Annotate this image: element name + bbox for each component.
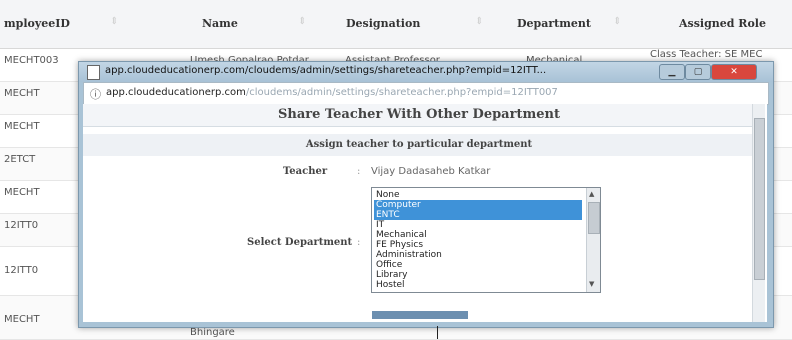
cell-id: 2ETCT: [4, 154, 36, 165]
department-option[interactable]: FE Physics: [374, 240, 582, 250]
url-path: /cloudems/admin/settings/shareteacher.ph…: [245, 87, 558, 98]
department-option[interactable]: ENTC: [374, 210, 582, 220]
url-host: app.cloudeducationerp.com: [106, 87, 246, 98]
department-option[interactable]: Library: [374, 270, 582, 280]
panel-title: Share Teacher With Other Department: [83, 104, 755, 127]
colon: :: [357, 237, 361, 248]
popup-content: Share Teacher With Other Department Assi…: [83, 104, 767, 322]
department-option[interactable]: Hostel: [374, 280, 582, 290]
window-titlebar[interactable]: app.cloudeducationerp.com/cloudems/admin…: [79, 62, 773, 82]
cell-role: Class Teacher: SE MEC: [650, 49, 763, 60]
department-option[interactable]: Office: [374, 260, 582, 270]
listbox-scrollbar[interactable]: ▲ ▼: [586, 188, 600, 292]
minimize-button[interactable]: ▁: [659, 64, 685, 80]
scroll-up-icon[interactable]: ▲: [589, 190, 594, 198]
col-name[interactable]: Name: [202, 17, 238, 30]
table-header: mployeeID ⇕ Name ⇕ Designation ⇕ Departm…: [0, 0, 792, 49]
popup-scroll-thumb[interactable]: [754, 118, 765, 280]
cell-id: MECHT: [4, 187, 40, 198]
col-designation[interactable]: Designation: [346, 17, 420, 30]
page-icon: [87, 65, 100, 80]
listbox-scroll-thumb[interactable]: [588, 202, 600, 234]
sort-icon[interactable]: ⇕: [613, 16, 621, 27]
submit-button[interactable]: [372, 311, 468, 319]
department-option[interactable]: Mechanical: [374, 230, 582, 240]
cell-id: MECHT: [4, 88, 40, 99]
cell-id: 12ITT0: [4, 220, 39, 231]
maximize-button[interactable]: ▢: [685, 64, 711, 80]
share-teacher-popup-window: app.cloudeducationerp.com/cloudems/admin…: [78, 61, 774, 328]
select-department-label: Select Department: [247, 237, 353, 248]
scroll-down-icon[interactable]: ▼: [589, 280, 594, 288]
section-subtitle: Assign teacher to particular department: [83, 134, 755, 156]
cell-id: MECHT003: [4, 55, 59, 66]
col-employee-id[interactable]: mployeeID: [4, 17, 70, 30]
col-assigned-role[interactable]: Assigned Role: [679, 17, 766, 30]
cell-name: Bhingare: [190, 327, 235, 338]
cell-id: 12ITT0: [4, 265, 39, 276]
department-listbox[interactable]: None Computer ENTC IT Mechanical FE Phys…: [371, 187, 601, 293]
minimize-icon: ▁: [668, 67, 676, 77]
department-option[interactable]: IT: [374, 220, 582, 230]
url-text[interactable]: app.cloudeducationerp.com/cloudems/admin…: [106, 87, 558, 98]
department-option[interactable]: None: [374, 190, 582, 200]
address-bar[interactable]: ⓘ app.cloudeducationerp.com/cloudems/adm…: [83, 82, 769, 105]
info-icon: ⓘ: [90, 88, 101, 101]
teacher-name: Vijay Dadasaheb Katkar: [371, 166, 491, 177]
cell-id: MECHT: [4, 121, 40, 132]
sort-icon[interactable]: ⇕: [475, 16, 483, 27]
text-cursor: [437, 326, 438, 339]
col-department[interactable]: Department: [517, 17, 591, 30]
sort-icon[interactable]: ⇕: [298, 16, 306, 27]
department-option[interactable]: Administration: [374, 250, 582, 260]
cell-id: MECHT: [4, 314, 40, 325]
close-button[interactable]: ✕: [711, 64, 757, 80]
popup-scrollbar[interactable]: [752, 104, 765, 322]
teacher-label: Teacher: [283, 166, 328, 177]
colon: :: [357, 166, 361, 177]
maximize-icon: ▢: [693, 67, 703, 77]
department-option[interactable]: Computer: [374, 200, 582, 210]
window-title: app.cloudeducationerp.com/cloudems/admin…: [105, 65, 547, 76]
close-icon: ✕: [730, 67, 738, 77]
sort-icon[interactable]: ⇕: [110, 16, 118, 27]
